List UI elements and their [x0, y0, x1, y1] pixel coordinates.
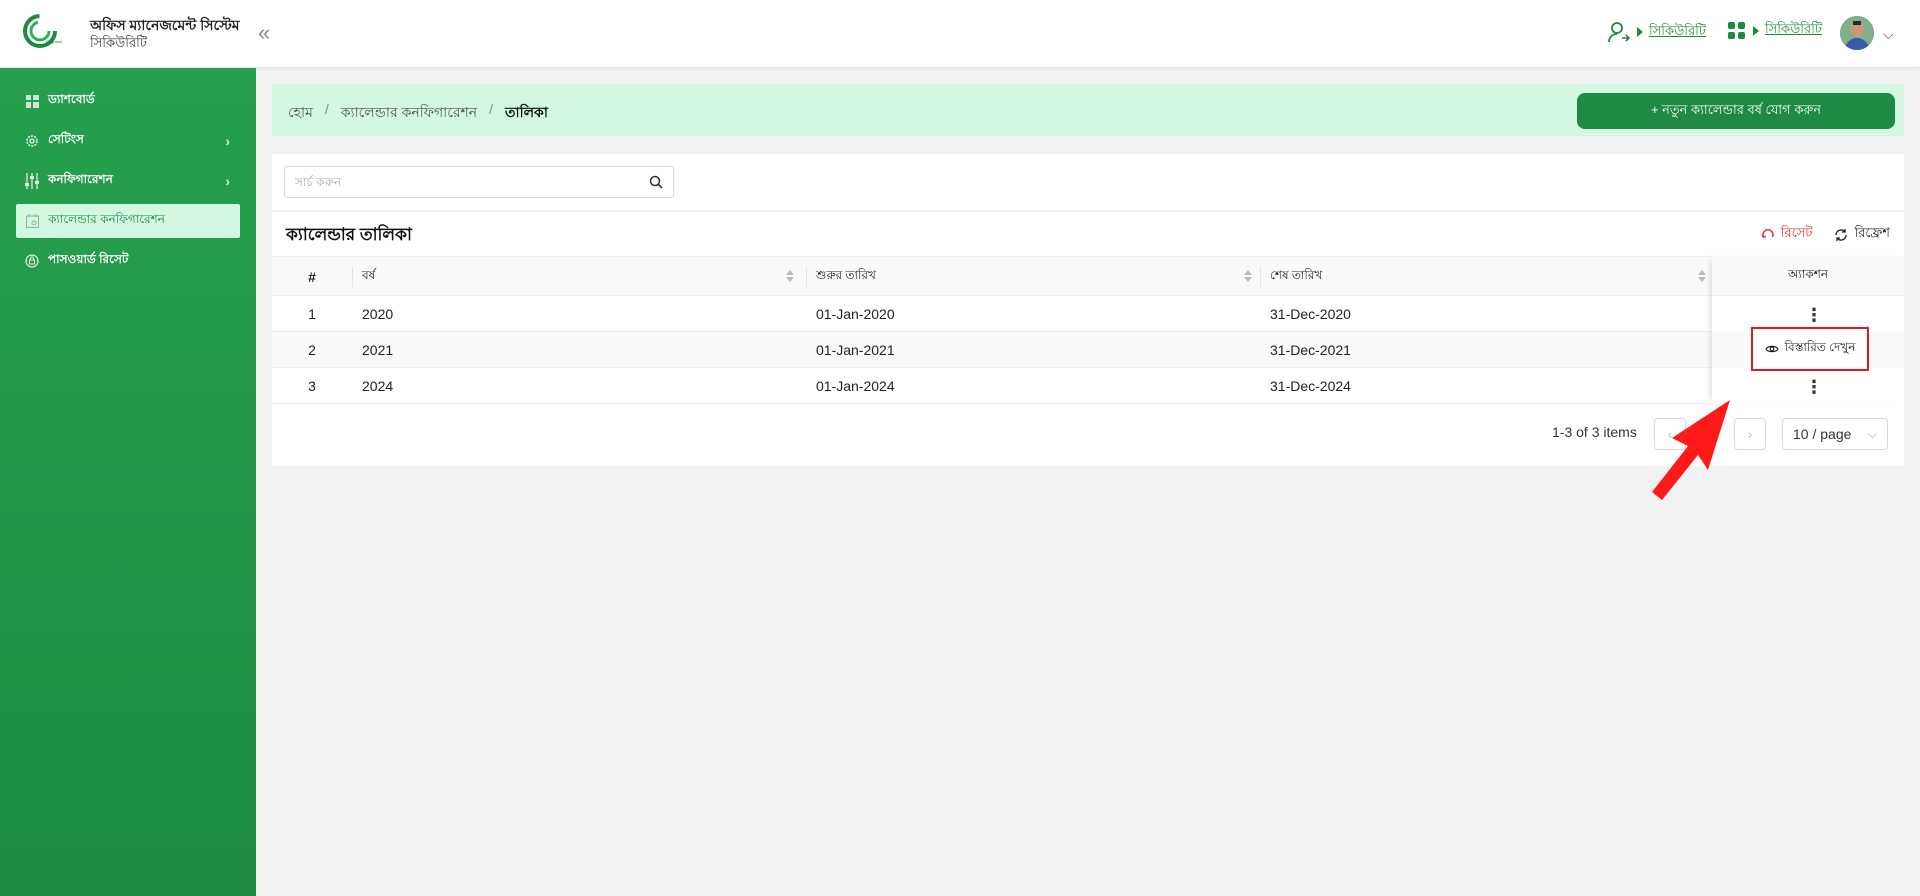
- chevron-down-icon: ⌵: [1867, 427, 1877, 441]
- avatar[interactable]: [1840, 16, 1874, 50]
- table-row: 3 2024 01-Jan-2024 31-Dec-2024: [272, 368, 1904, 404]
- table-row: 2 2021 01-Jan-2021 31-Dec-2021: [272, 332, 1904, 368]
- caret-right-icon: [1637, 27, 1643, 37]
- user-switch-icon: [1608, 22, 1631, 43]
- top-header: Regulatory অফিস ম্যানেজমেন্ট সিস্টেম সিক…: [0, 0, 1920, 68]
- module-link[interactable]: সিকিউরিটি: [1765, 20, 1822, 41]
- column-header-label: শুরুর তারিখ: [816, 268, 876, 282]
- column-header-label: শেষ তারিখ: [1270, 268, 1323, 282]
- app-subtitle: সিকিউরিটি: [90, 35, 147, 50]
- sidebar-item-label: কনফিগারেশন: [48, 172, 113, 186]
- collapse-sidebar-icon[interactable]: «: [258, 20, 270, 46]
- row-year: 2024: [362, 378, 394, 394]
- search-box: [284, 166, 674, 198]
- row-end-date: 31-Dec-2021: [1270, 342, 1351, 358]
- sidebar-item-label: পাসওয়ার্ড রিসেট: [48, 252, 129, 266]
- password-reset-icon: [24, 253, 40, 269]
- view-details-menu-item[interactable]: বিস্তারিত দেখুন: [1751, 327, 1869, 371]
- row-year: 2020: [362, 306, 394, 322]
- table-toolbar: রিসেট রিফ্রেশ: [1761, 224, 1890, 245]
- page-size-select[interactable]: 10 / page ⌵: [1782, 418, 1888, 450]
- breadcrumb-section[interactable]: ক্যালেন্ডার কনফিগারেশন: [341, 101, 477, 125]
- role-switcher[interactable]: সিকিউরিটি: [1607, 20, 1706, 44]
- breadcrumb: হোম / ক্যালেন্ডার কনফিগারেশন / তালিকা: [288, 101, 548, 125]
- apps-grid-icon: [1728, 21, 1745, 39]
- reset-button[interactable]: রিসেট: [1761, 224, 1813, 245]
- sort-icon[interactable]: [1244, 270, 1252, 282]
- sort-icon[interactable]: [786, 270, 794, 282]
- refresh-label: রিফ্রেশ: [1854, 225, 1890, 240]
- reset-label: রিসেট: [1780, 225, 1813, 240]
- sidebar-item-settings[interactable]: সেটিংস ›: [16, 124, 240, 158]
- pagination-summary: 1-3 of 3 items: [1552, 424, 1637, 440]
- row-actions-kebab-icon[interactable]: ⋮: [1805, 378, 1823, 396]
- chevron-right-icon: ›: [225, 173, 230, 189]
- chevron-right-icon: ›: [225, 133, 230, 149]
- column-header-action: অ্যাকশন: [1712, 256, 1904, 296]
- sidebar-item-calendar-configuration[interactable]: ক্যালেন্ডার কনফিগারেশন: [16, 204, 240, 238]
- table-header-row: # বর্ষ শুরুর তারিখ শেষ তারিখ: [272, 256, 1904, 296]
- eye-icon: [1764, 345, 1779, 353]
- row-start-date: 01-Jan-2020: [816, 306, 895, 322]
- column-header-start-date[interactable]: শুরুর তারিখ: [816, 257, 1260, 297]
- column-header-end-date[interactable]: শেষ তারিখ: [1270, 257, 1714, 297]
- reset-icon: [1761, 228, 1774, 238]
- column-header-year[interactable]: বর্ষ: [362, 257, 802, 297]
- sidebar-item-label: সেটিংস: [48, 132, 84, 146]
- role-link[interactable]: সিকিউরিটি: [1649, 22, 1706, 43]
- sidebar-item-label: ক্যালেন্ডার কনফিগারেশন: [48, 212, 165, 226]
- breadcrumb-home[interactable]: হোম: [288, 101, 313, 125]
- sidebar-item-label: ড্যাশবোর্ড: [48, 92, 95, 106]
- row-number: 3: [308, 378, 316, 394]
- row-start-date: 01-Jan-2024: [816, 378, 895, 394]
- row-end-date: 31-Dec-2020: [1270, 306, 1351, 322]
- row-number: 1: [308, 306, 316, 322]
- row-start-date: 01-Jan-2021: [816, 342, 895, 358]
- search-icon[interactable]: [649, 175, 663, 189]
- sliders-icon: [24, 173, 40, 189]
- column-header-number: #: [308, 269, 316, 285]
- sidebar-item-configuration[interactable]: কনফিগারেশন ›: [16, 164, 240, 198]
- row-number: 2: [308, 342, 316, 358]
- row-year: 2021: [362, 342, 394, 358]
- breadcrumb-current: তালিকা: [505, 104, 548, 120]
- sidebar: ড্যাশবোর্ড সেটিংস › কনফিগারেশন › ক্যালেন…: [0, 68, 256, 896]
- view-details-label: বিস্তারিত দেখুন: [1784, 340, 1856, 354]
- annotation-arrow-icon: [1652, 400, 1730, 500]
- calendar-icon: [24, 213, 40, 229]
- breadcrumb-separator: /: [489, 101, 494, 117]
- refresh-icon: [1835, 228, 1848, 241]
- sidebar-item-dashboard[interactable]: ড্যাশবোর্ড: [16, 84, 240, 118]
- caret-right-icon: [1753, 25, 1759, 36]
- search-card: [272, 154, 1904, 210]
- row-end-date: 31-Dec-2024: [1270, 378, 1351, 394]
- sort-icon[interactable]: [1698, 270, 1706, 282]
- refresh-button[interactable]: রিফ্রেশ: [1834, 224, 1890, 245]
- org-logo: Regulatory: [23, 14, 62, 48]
- add-calendar-year-button[interactable]: + নতুন ক্যালেন্ডার বর্ষ যোগ করুন: [1577, 93, 1895, 129]
- user-avatar-icon: [1840, 16, 1874, 50]
- breadcrumb-separator: /: [324, 101, 329, 117]
- dashboard-icon: [24, 93, 40, 109]
- page-size-value: 10 / page: [1793, 426, 1852, 442]
- sidebar-item-password-reset[interactable]: পাসওয়ার্ড রিসেট: [16, 244, 240, 278]
- svg-text:Regulatory: Regulatory: [46, 39, 62, 44]
- module-switcher[interactable]: সিকিউরিটি: [1727, 20, 1822, 41]
- search-input[interactable]: [295, 175, 649, 189]
- table-row: 1 2020 01-Jan-2020 31-Dec-2020: [272, 296, 1904, 332]
- row-actions-kebab-icon[interactable]: ⋮: [1805, 306, 1823, 324]
- chevron-down-icon[interactable]: ⌵: [1883, 26, 1894, 43]
- column-header-label: বর্ষ: [362, 268, 376, 282]
- gear-icon: [24, 133, 40, 149]
- table-title: ক্যালেন্ডার তালিকা: [286, 225, 412, 244]
